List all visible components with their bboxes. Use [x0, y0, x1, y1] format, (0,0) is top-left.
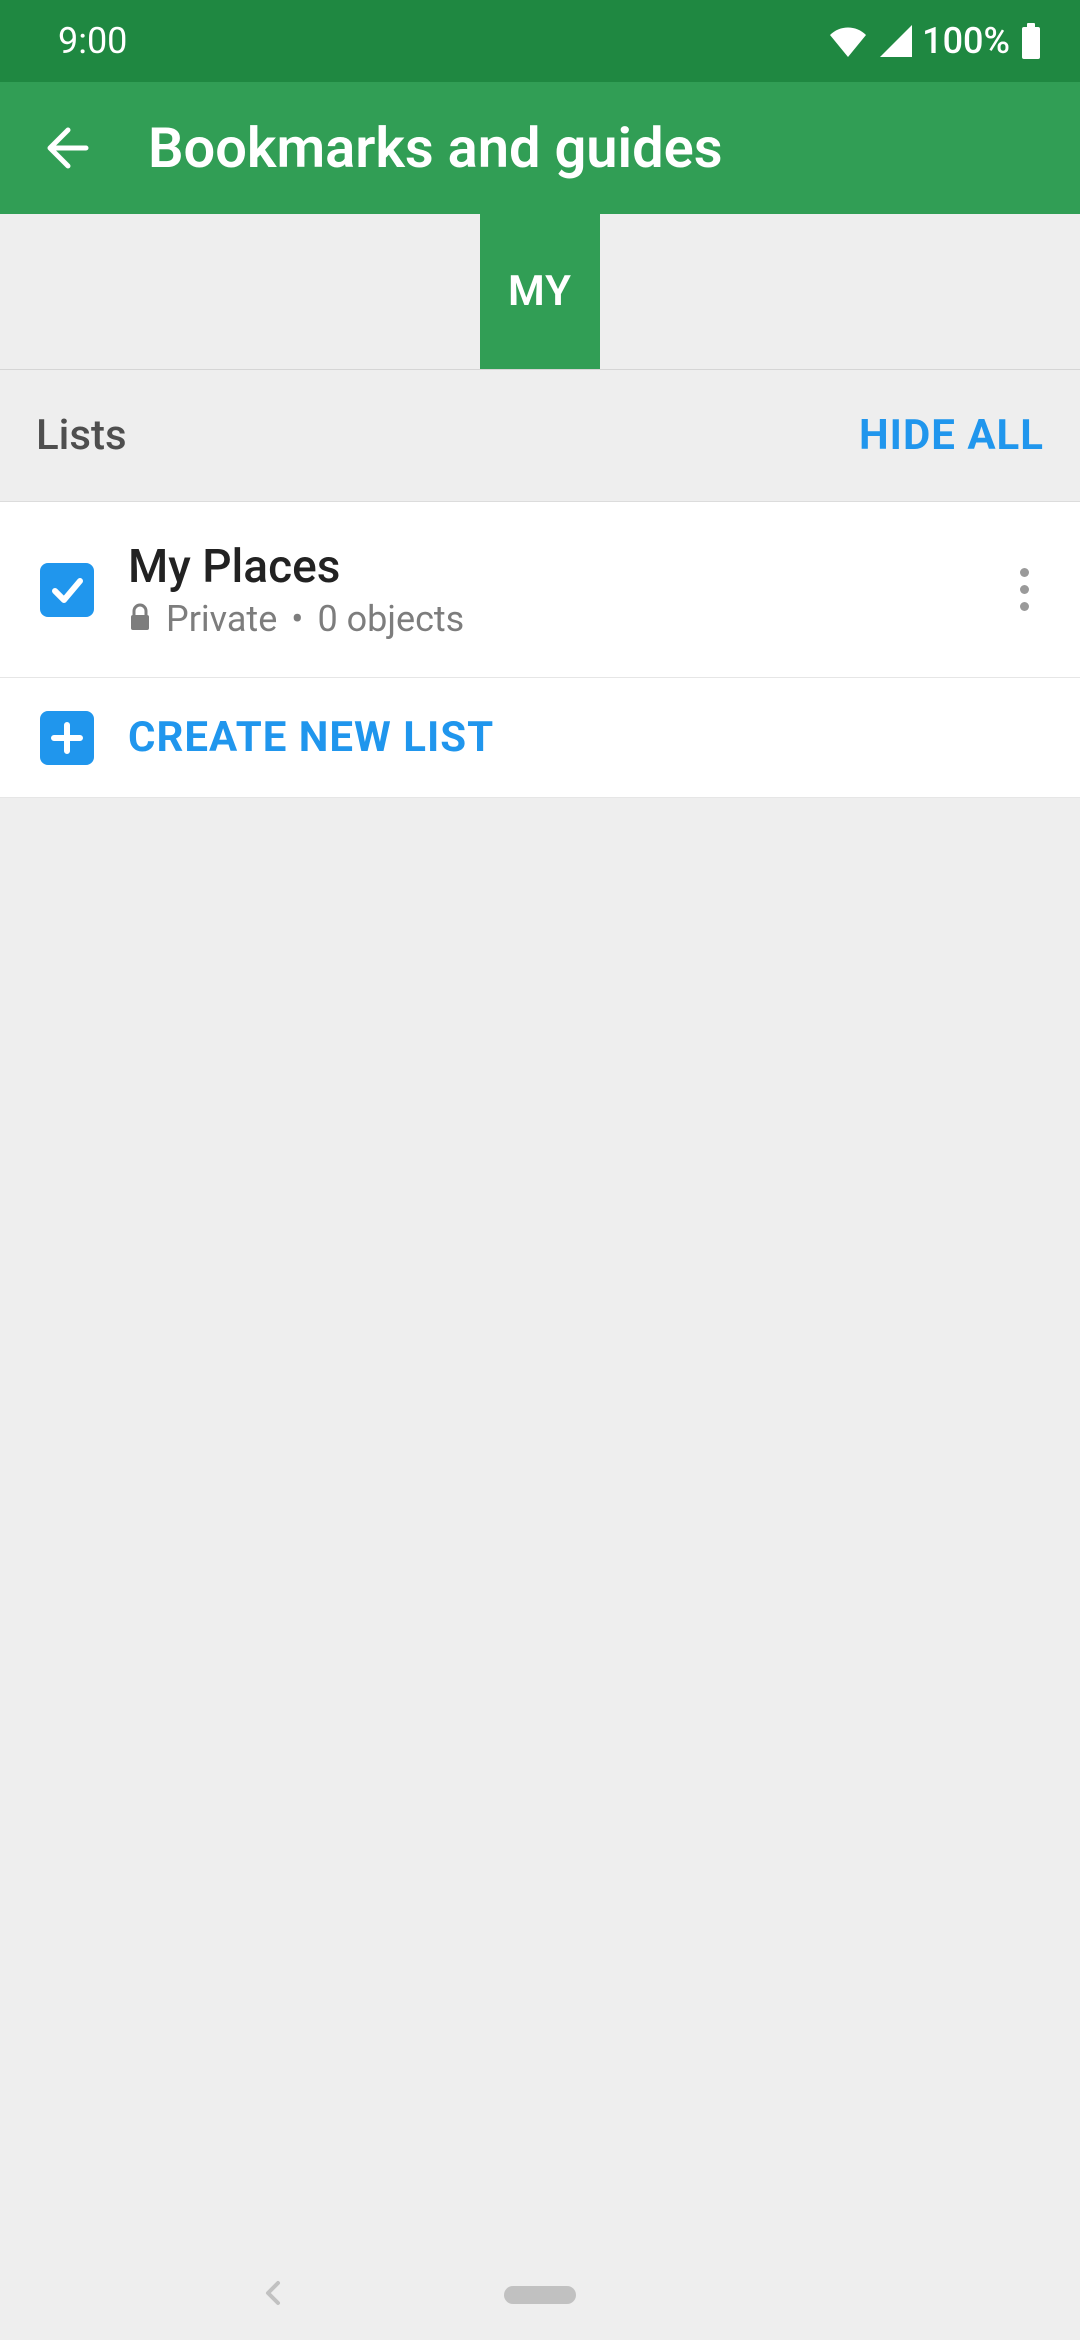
list-count: 0 objects [317, 598, 464, 640]
tab-my-label: MY [508, 267, 572, 316]
battery-icon [1020, 23, 1042, 59]
create-new-list-label: CREATE NEW LIST [128, 713, 494, 762]
list-item-title: My Places [128, 540, 966, 594]
back-arrow-icon [40, 122, 92, 174]
plus-icon [40, 711, 94, 765]
create-new-list-button[interactable]: CREATE NEW LIST [0, 678, 1080, 798]
tabs-row: MY [0, 214, 1080, 370]
back-button[interactable] [32, 114, 100, 182]
list-item-subtitle: Private • 0 objects [128, 598, 966, 640]
lock-icon [128, 598, 152, 640]
list-item-menu-button[interactable] [1000, 558, 1048, 621]
nav-home-pill[interactable] [504, 2286, 576, 2304]
checkmark-icon [47, 570, 87, 610]
system-nav-bar [0, 2250, 1080, 2340]
signal-icon [878, 25, 912, 57]
tab-my[interactable]: MY [480, 214, 600, 369]
status-icons: 100% [828, 20, 1042, 62]
battery-text: 100% [922, 20, 1010, 62]
page-title: Bookmarks and guides [148, 115, 723, 181]
list-checkbox[interactable] [40, 563, 94, 617]
status-bar: 9:00 100% [0, 0, 1080, 82]
list-item[interactable]: My Places Private • 0 objects [0, 502, 1080, 678]
list-item-text: My Places Private • 0 objects [128, 540, 966, 640]
status-time: 9:00 [58, 20, 127, 62]
nav-back-button[interactable] [260, 2279, 288, 2311]
wifi-icon [828, 25, 868, 57]
hide-all-button[interactable]: HIDE ALL [859, 411, 1044, 460]
bullet-separator: • [291, 598, 303, 640]
list-privacy: Private [166, 598, 277, 640]
app-bar: Bookmarks and guides [0, 82, 1080, 214]
lists-section-header: Lists HIDE ALL [0, 370, 1080, 502]
lists-label: Lists [36, 411, 127, 460]
